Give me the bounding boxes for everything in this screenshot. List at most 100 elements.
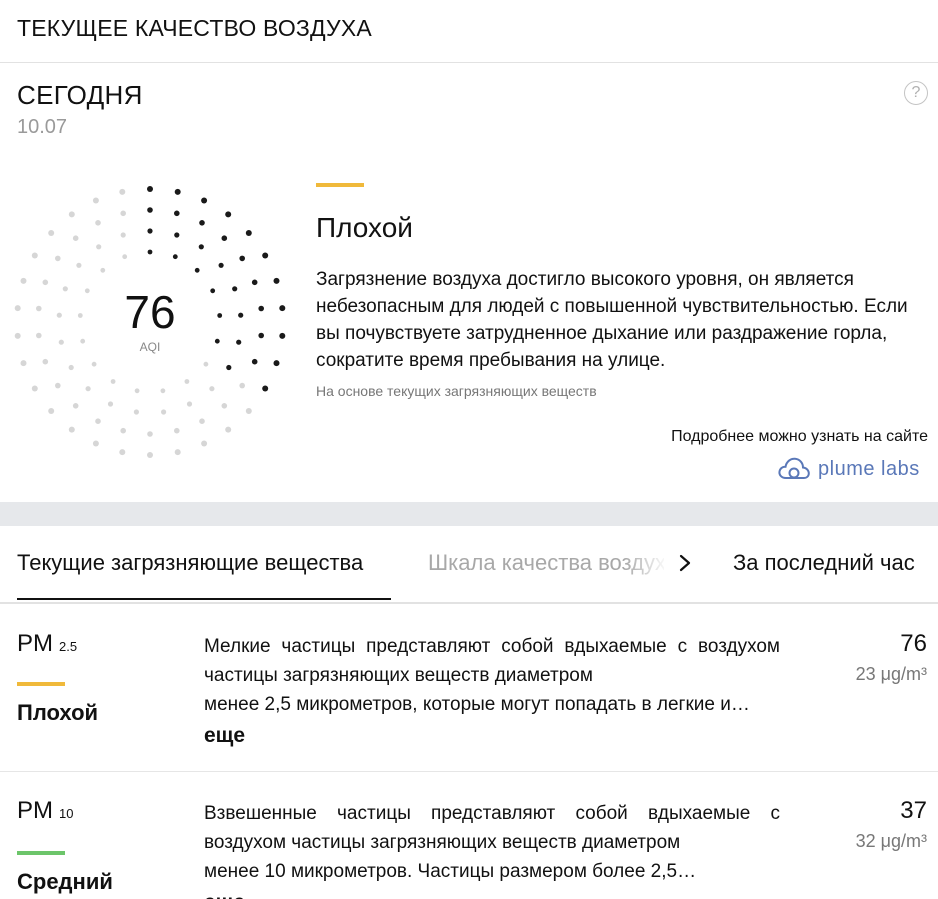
gauge-dot-filled: [273, 360, 280, 367]
description-tail: менее 10 микрометров. Частицы размером б…: [204, 861, 697, 882]
gauge-dot-empty: [120, 427, 126, 434]
brand-name: plume labs: [818, 457, 920, 480]
today-label: СЕГОДНЯ: [17, 80, 143, 110]
gauge-dot-empty: [95, 220, 101, 226]
gauge-dot-empty: [68, 211, 75, 218]
page-header: ТЕКУЩЕЕ КАЧЕСТВО ВОЗДУХА: [0, 0, 938, 63]
gauge-dot-filled: [251, 358, 258, 365]
gauge-dot-empty: [55, 382, 61, 389]
pollutant-concentration: 23 μg/m³: [855, 664, 927, 684]
pollutant-description: Взвешенные частицы представляют собой вд…: [204, 799, 780, 899]
help-icon[interactable]: ?: [904, 81, 928, 105]
gauge-dot-filled: [199, 220, 205, 226]
gauge-dot-empty: [92, 197, 99, 204]
more-link[interactable]: еще: [204, 721, 780, 750]
gauge-dot-empty: [119, 188, 126, 195]
gauge-dot-empty: [100, 267, 106, 273]
pollutant-row-pm10: PM 10 Средний Взвешенные частицы представ…: [0, 797, 938, 899]
pollutant-subscript: 10: [59, 806, 74, 821]
gauge-dot-filled: [245, 230, 252, 236]
more-link[interactable]: еще: [204, 888, 780, 899]
pollutant-name: PM 10: [17, 797, 73, 825]
gauge-dot-empty: [239, 382, 245, 389]
aqi-description: Загрязнение воздуха достигло высокого ур…: [316, 269, 908, 371]
aqi-status-bar: [316, 183, 364, 187]
chevron-right-icon[interactable]: [675, 548, 697, 578]
gauge-dot-empty: [72, 403, 79, 409]
gauge-dot-filled: [218, 262, 224, 268]
aqi-unit: AQI: [139, 340, 161, 354]
gauge-dot-filled: [225, 211, 232, 218]
gauge-dot-empty: [245, 408, 252, 414]
today-date: 10.07: [17, 116, 68, 138]
pollutant-level: Средний: [17, 869, 113, 894]
gauge-dot-filled: [198, 244, 204, 250]
pollutant-subscript: 2.5: [59, 639, 78, 654]
gauge-dot-empty: [147, 452, 153, 458]
gauge-dot-empty: [48, 408, 55, 414]
tab-fade: [624, 544, 668, 584]
more-info-text: Подробнее можно узнать на сайте: [671, 428, 928, 445]
gauge-dot-empty: [209, 386, 215, 392]
pollutant-concentration: 32 μg/m³: [855, 831, 927, 851]
page-title: ТЕКУЩЕЕ КАЧЕСТВО ВОЗДУХА: [17, 15, 372, 41]
gauge-dot-empty: [31, 385, 38, 392]
gauge-dot-filled: [194, 267, 200, 273]
gauge-dot-empty: [91, 361, 97, 367]
gauge-dot-empty: [76, 262, 82, 268]
gauge-dot-empty: [174, 449, 181, 456]
section-divider: [0, 502, 938, 526]
gauge-dot-filled: [174, 188, 181, 195]
pollutant-description: Мелкие частицы представляют собой вдыхае…: [204, 632, 780, 750]
gauge-dot-empty: [31, 252, 38, 259]
gauge-dot-filled: [262, 252, 269, 259]
gauge-dot-empty: [174, 427, 180, 434]
gauge-dot-filled: [239, 255, 245, 262]
gauge-dot-filled: [174, 232, 180, 238]
gauge-dot-filled: [147, 186, 153, 192]
gauge-dot-empty: [110, 379, 116, 384]
pollutant-row-pm25: PM 2.5 Плохой Мелкие частицы представляют…: [0, 630, 938, 772]
gauge-dot-empty: [48, 230, 55, 236]
aqi-value: 76: [124, 286, 176, 338]
gauge-dot-filled: [147, 207, 153, 213]
pollutant-name: PM 2.5: [17, 630, 77, 658]
gauge-dot-empty: [68, 426, 75, 433]
gauge-dot-empty: [20, 360, 27, 367]
gauge-dot-empty: [221, 403, 228, 409]
gauge-dot-empty: [133, 409, 139, 415]
description-main: Мелкие частицы представляют собой вдыхае…: [204, 636, 780, 686]
gauge-dot-empty: [107, 401, 114, 407]
gauge-dot-empty: [184, 379, 190, 384]
description-main: Взвешенные частицы представляют собой вд…: [204, 803, 780, 853]
plume-labs-link[interactable]: plume labs: [778, 455, 920, 483]
gauge-dot-empty: [55, 255, 61, 262]
gauge-dot-empty: [203, 361, 209, 367]
aqi-note: На основе текущих загрязняющих веществ: [316, 383, 597, 399]
gauge-dot-empty: [199, 418, 205, 424]
gauge-dot-empty: [68, 364, 74, 371]
gauge-dot-empty: [161, 409, 167, 415]
pollutant-level-bar: [17, 682, 65, 686]
tab-current-pollutants[interactable]: Текущие загрязняющие вещества: [17, 550, 363, 576]
gauge-dot-empty: [119, 449, 126, 456]
pollutant-aqi-value: 76: [900, 630, 927, 657]
tab-last-hour[interactable]: За последний час: [733, 550, 915, 576]
gauge-dot-filled: [201, 197, 208, 204]
gauge-dot-empty: [96, 244, 102, 250]
gauge-dot-filled: [147, 249, 153, 255]
gauge-dot-filled: [262, 385, 269, 392]
pollutant-symbol: PM: [17, 797, 53, 824]
gauge-dot-empty: [85, 386, 91, 392]
cloud-icon: [778, 457, 810, 479]
gauge-dot-filled: [273, 277, 280, 284]
pollutant-level: Плохой: [17, 700, 99, 725]
gauge-dot-empty: [120, 210, 126, 217]
gauge-dot-empty: [92, 440, 99, 447]
gauge-dot-empty: [122, 254, 128, 260]
pollutant-level-bar: [17, 851, 65, 855]
active-tab-underline: [17, 598, 391, 600]
gauge-dot-empty: [186, 401, 193, 407]
gauge-dot-empty: [20, 277, 27, 284]
gauge-dot-empty: [134, 388, 140, 394]
